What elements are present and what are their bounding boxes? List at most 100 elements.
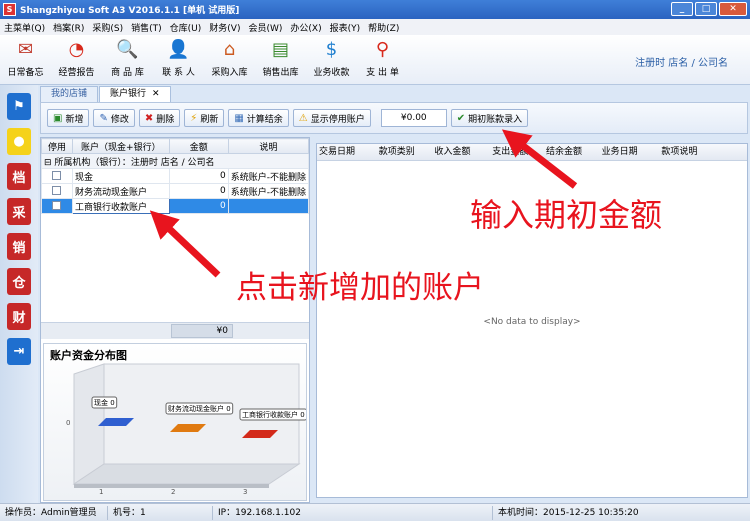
opening-label: 期初账款录入 bbox=[468, 114, 523, 125]
toolbar-button-4[interactable]: 👤 联 系 人 bbox=[153, 35, 204, 85]
toolbar-button-3[interactable]: 🔍 商 品 库 bbox=[102, 35, 153, 85]
minimize-button[interactable]: _ bbox=[671, 2, 693, 16]
delete-button[interactable]: ✖ 删除 bbox=[138, 109, 181, 127]
tab-close-icon[interactable]: ✕ bbox=[152, 89, 160, 99]
account-name: 现金 bbox=[71, 168, 170, 184]
table-row[interactable]: 现金 0 系统账户-不能删除 bbox=[41, 168, 310, 184]
menu-main[interactable]: 主菜单(Q) bbox=[4, 21, 45, 34]
table-row-selected[interactable]: 工商银行收款账户 0 bbox=[41, 198, 310, 214]
account-name: 财务流动现金账户 bbox=[71, 183, 170, 199]
bar-value-label: 现金 0 bbox=[94, 398, 115, 407]
menu-archive[interactable]: 档案(R) bbox=[53, 21, 84, 34]
tab-strip: 我的店铺 账户银行 ✕ bbox=[40, 86, 172, 102]
edit-icon: ✎ bbox=[99, 112, 108, 124]
accounts-table: 停用 账户（现金+银行） 金额 说明 ⊟ 所属机构（银行）：注册时 店名 / 公… bbox=[41, 138, 310, 214]
toolbar-button-2[interactable]: ◔ 经营报告 bbox=[51, 35, 102, 85]
menu-purchase[interactable]: 采购(S) bbox=[92, 21, 123, 34]
menu-sales[interactable]: 销售(T) bbox=[131, 21, 162, 34]
delete-label: 删除 bbox=[156, 114, 175, 125]
account-name-editor[interactable]: 工商银行收款账户 bbox=[71, 198, 170, 214]
group-row[interactable]: ⊟ 所属机构（银行）：注册时 店名 / 公司名 bbox=[41, 153, 309, 169]
col-6[interactable]: 业务日期 bbox=[600, 144, 660, 160]
toolbar-button-7[interactable]: $ 业务收款 bbox=[306, 35, 357, 85]
refresh-icon: ⚡ bbox=[190, 112, 198, 124]
toolbar-button-5[interactable]: ⌂ 采购入库 bbox=[204, 35, 255, 85]
shop-name: 注册时 店名 / 公司名 bbox=[635, 58, 728, 69]
sidebar-cang-icon[interactable]: 仓 bbox=[7, 268, 31, 295]
account-amount: 0 bbox=[168, 183, 229, 199]
opening-amount-input[interactable]: ¥0.00 bbox=[380, 109, 447, 127]
summary-bar: ¥0 bbox=[41, 322, 309, 339]
show-disabled-button[interactable]: ⚠ 显示停用账户 bbox=[292, 109, 371, 127]
toolbar-button-8[interactable]: ⚲ 支 出 单 bbox=[357, 35, 408, 85]
no-data-text: <No data to display> bbox=[483, 317, 581, 327]
table-row[interactable]: 财务流动现金账户 0 系统账户-不能删除 bbox=[41, 183, 310, 199]
y-tick-label: 0 bbox=[66, 419, 70, 427]
sidebar-dang-icon[interactable]: 档 bbox=[7, 163, 31, 190]
status-machine: 机号：1 bbox=[108, 505, 213, 520]
tab-account-bank[interactable]: 账户银行 ✕ bbox=[99, 86, 171, 102]
left-sidebar: ⚑ ● 档采销仓财 ⇥ bbox=[0, 85, 38, 503]
add-button[interactable]: ▣ 新增 bbox=[47, 109, 90, 127]
col-amount[interactable]: 金额 bbox=[168, 138, 229, 154]
tab-label: 我的店铺 bbox=[51, 89, 88, 99]
calculator-icon: ▦ bbox=[234, 112, 244, 124]
magnifier-icon: 🔍 bbox=[116, 39, 139, 60]
app-icon: S bbox=[3, 3, 16, 16]
x-tick-label: 3 bbox=[243, 488, 247, 496]
calc-balance-button[interactable]: ▦ 计算结余 bbox=[228, 109, 289, 127]
flag-icon[interactable]: ⚑ bbox=[7, 93, 31, 120]
disable-checkbox[interactable] bbox=[52, 171, 62, 180]
col-2[interactable]: 款项类别 bbox=[377, 144, 433, 160]
col-5[interactable]: 结余金额 bbox=[544, 144, 600, 160]
warning-icon: ⚠ bbox=[298, 112, 308, 124]
menu-office[interactable]: 办公(X) bbox=[290, 21, 321, 34]
disable-checkbox[interactable] bbox=[52, 186, 62, 195]
menu-help[interactable]: 帮助(Z) bbox=[368, 21, 399, 34]
col-1[interactable]: 交易日期 bbox=[317, 144, 377, 160]
annotation-top: 输入期初金额 bbox=[470, 196, 663, 234]
toolbar-label: 采购入库 bbox=[211, 68, 248, 78]
toolbar-button-1[interactable]: ✉ 日常备忘 bbox=[0, 35, 51, 85]
account-note: 系统账户-不能删除 bbox=[227, 183, 310, 199]
collapse-icon[interactable]: ⊟ bbox=[44, 158, 54, 168]
col-4[interactable]: 支出金额 bbox=[490, 144, 544, 160]
chart-back-wall-left bbox=[73, 363, 105, 485]
tab-my-shop[interactable]: 我的店铺 bbox=[40, 86, 99, 102]
toolbar-button-6[interactable]: ▤ 销售出库 bbox=[255, 35, 306, 85]
account-note: 系统账户-不能删除 bbox=[227, 168, 310, 184]
edit-label: 修改 bbox=[110, 114, 129, 125]
mail-icon: ✉ bbox=[17, 39, 34, 60]
disable-checkbox[interactable] bbox=[52, 201, 62, 210]
account-note bbox=[227, 198, 310, 214]
sidebar-cai-icon[interactable]: 采 bbox=[7, 198, 31, 225]
toolbar-label: 业务收款 bbox=[313, 68, 350, 78]
bar-value-label: 财务流动现金账户 0 bbox=[168, 404, 231, 413]
action-bar: ▣ 新增 ✎ 修改 ✖ 删除 ⚡ 刷新 ▦ 计算结余 ⚠ 显示停用账户 ¥0.00 ✔ 期初账… bbox=[40, 102, 748, 134]
tab-label: 账户银行 bbox=[110, 89, 147, 99]
exit-icon[interactable]: ⇥ bbox=[7, 338, 31, 365]
pie-chart-icon: ◔ bbox=[68, 39, 85, 60]
maximize-button[interactable]: □ bbox=[695, 2, 717, 16]
edit-button[interactable]: ✎ 修改 bbox=[93, 109, 135, 127]
status-time: 本机时间：2015-12-25 10:35:20 bbox=[498, 507, 639, 518]
sidebar-cai2-icon[interactable]: 财 bbox=[7, 303, 31, 330]
close-button[interactable]: ✕ bbox=[719, 2, 747, 16]
menu-report[interactable]: 报表(Y) bbox=[330, 21, 361, 34]
sidebar-xiao-icon[interactable]: 销 bbox=[7, 233, 31, 260]
bar-value-label: 工商银行收款账户 0 bbox=[242, 410, 305, 419]
menu-bar: 主菜单(Q) 档案(R) 采购(S) 销售(T) 仓库(U) 财务(V) 会员(… bbox=[0, 19, 750, 35]
refresh-button[interactable]: ⚡ 刷新 bbox=[184, 109, 225, 127]
dollar-icon: $ bbox=[325, 39, 338, 60]
menu-member[interactable]: 会员(W) bbox=[248, 21, 282, 34]
col-3[interactable]: 收入金额 bbox=[432, 144, 490, 160]
col-account[interactable]: 账户（现金+银行） bbox=[71, 138, 170, 154]
col-7[interactable]: 款项说明 bbox=[659, 144, 747, 160]
col-note[interactable]: 说明 bbox=[227, 138, 310, 154]
menu-finance[interactable]: 财务(V) bbox=[209, 21, 240, 34]
opening-entry-button[interactable]: ✔ 期初账款录入 bbox=[450, 109, 529, 127]
refresh-label: 刷新 bbox=[200, 114, 219, 125]
bulb-icon[interactable]: ● bbox=[7, 128, 31, 155]
col-disabled[interactable]: 停用 bbox=[41, 138, 73, 154]
menu-warehouse[interactable]: 仓库(U) bbox=[170, 21, 202, 34]
